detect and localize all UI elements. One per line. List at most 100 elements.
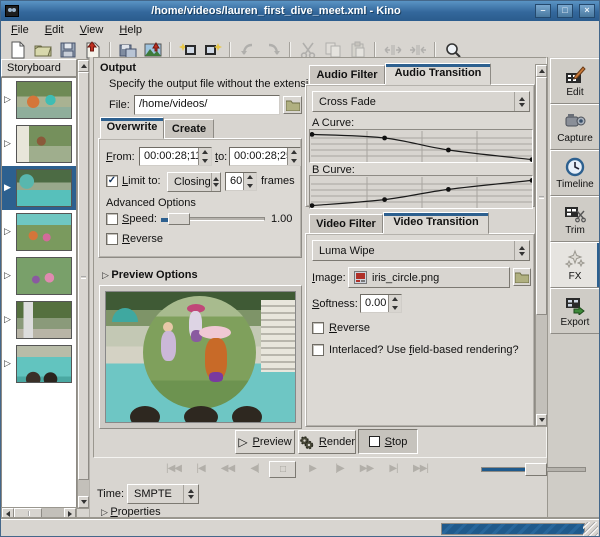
preview-options-label: Preview Options [111,269,197,281]
mode-tab-fx[interactable]: FX [550,242,600,288]
mode-tab-bar: Edit Capture Timeline Trim FX Export [547,57,600,519]
spinner-buttons[interactable] [287,148,300,165]
fast-forward-button[interactable]: ▶▶ [354,461,379,478]
scroll-down-button[interactable] [78,496,89,508]
video-preview [105,291,296,423]
tab-video-transition[interactable]: Video Transition [383,212,489,234]
mode-tab-capture[interactable]: Capture [550,104,600,150]
scroll-right-button[interactable] [64,508,76,519]
go-end-button[interactable]: ▶▶| [408,461,433,478]
scroll-left-button[interactable] [2,508,14,519]
tab-audio-filter[interactable]: Audio Filter [309,65,385,85]
mode-tab-edit[interactable]: Edit [550,58,600,104]
storyboard-item-7[interactable]: ▷ [2,342,76,386]
mode-tab-trim[interactable]: Trim [550,196,600,242]
frame-back-button[interactable]: ◀| [242,461,267,478]
storyboard-item-5[interactable]: ▷ [2,254,76,298]
video-reverse-checkbox[interactable] [312,322,324,334]
scroll-up-button[interactable] [536,65,547,77]
open-file-button[interactable] [30,40,55,61]
interlaced-checkbox[interactable] [312,344,324,356]
stop-button[interactable]: Stop [358,429,418,454]
storyboard-item-6[interactable]: ▷ [2,298,76,342]
reverse-checkbox[interactable] [106,233,118,245]
figure [161,331,176,361]
go-start-button[interactable]: |◀◀ [161,461,186,478]
file-browse-button[interactable] [283,96,302,114]
scrollbar-thumb[interactable] [78,72,89,480]
video-transition-combo[interactable]: Luma Wipe [312,240,530,261]
image-select-button[interactable]: iris_circle.png [348,267,510,288]
spinner-buttons[interactable] [198,148,211,165]
menu-file[interactable]: File [4,23,36,38]
clock-icon [565,157,585,177]
softness-spinner[interactable]: 0.00 [360,294,402,313]
clip-play-icon: ▷ [4,314,11,325]
time-format-combo[interactable]: SMPTE [127,484,199,504]
new-file-button[interactable] [5,40,30,61]
properties-expander[interactable]: ▷ Properties [101,506,161,518]
mode-tab-timeline[interactable]: Timeline [550,150,600,196]
next-scene-button[interactable]: ▶| [381,461,406,478]
storyboard-item-3[interactable]: ▶ [2,166,76,210]
properties-label: Properties [110,506,160,518]
file-input[interactable]: /home/videos/ [134,95,280,115]
maximize-button[interactable]: □ [557,4,573,18]
tab-audio-transition[interactable]: Audio Transition [385,63,491,85]
resize-grip-icon[interactable] [583,522,598,537]
open-folder-icon [34,41,52,59]
tab-create[interactable]: Create [164,119,214,139]
frame-forward-button[interactable]: |▶ [327,461,352,478]
save-icon [59,41,77,59]
limit-frames-spinner[interactable]: 60 [225,172,257,191]
scrollbar-thumb[interactable] [14,508,42,519]
menu-edit[interactable]: Edit [38,23,71,38]
preview-button[interactable]: ▷ Preview [235,430,295,454]
close-button[interactable]: × [579,4,595,18]
menu-help[interactable]: Help [112,23,149,38]
scroll-up-button[interactable] [78,60,89,72]
from-time-spinner[interactable]: 00:00:28;11 [139,147,212,166]
save-file-button[interactable] [55,40,80,61]
spinner-buttons[interactable] [388,295,401,312]
spinner-buttons[interactable] [243,173,256,190]
image-label: Image: [312,272,346,284]
scrollbar-thumb[interactable] [536,77,547,315]
menu-view[interactable]: View [73,23,111,38]
mode-tab-export[interactable]: Export [550,288,600,334]
export-icon [564,295,586,315]
play-button[interactable]: ▶ [300,461,325,478]
rewind-button[interactable]: ◀◀ [215,461,240,478]
volume-slider-thumb[interactable] [525,463,547,476]
storyboard-item-4[interactable]: ▷ [2,210,76,254]
a-curve-graph[interactable] [309,129,533,163]
b-curve-graph[interactable] [309,175,533,209]
tab-overwrite[interactable]: Overwrite [100,117,164,139]
speed-checkbox[interactable] [106,213,118,225]
transport-stop-button[interactable]: □ [269,461,296,478]
limit-checkbox[interactable] [106,175,118,187]
overwrite-tab-pane: From: 00:00:28;11 to: 00:00:28;25 Limit … [98,138,302,258]
speed-slider-fill [161,218,168,222]
progress-bar [441,523,585,535]
audio-transition-combo[interactable]: Cross Fade [312,91,530,112]
speed-slider-thumb[interactable] [168,213,190,225]
minimize-button[interactable]: – [535,4,551,18]
storyboard-item-2[interactable]: ▷ [2,122,76,166]
audio-transition-value: Cross Fade [319,96,376,108]
limit-mode-combo[interactable]: Closing [167,172,221,192]
render-button[interactable]: Render [298,430,356,454]
storyboard-item-1[interactable]: ▷ [2,78,76,122]
to-time-spinner[interactable]: 00:00:28;25 [229,147,301,166]
tab-video-filter[interactable]: Video Filter [309,214,383,234]
scroll-down-button[interactable] [536,414,547,426]
image-value: iris_circle.png [372,272,439,284]
foreground-head [184,406,218,423]
preview-options-expander[interactable]: ▷ Preview Options [102,269,198,281]
softness-label: Softness: [312,298,358,310]
image-browse-button[interactable] [513,268,531,286]
toolbar-separator [434,42,436,59]
prev-scene-button[interactable]: |◀ [188,461,213,478]
a-curve-label: A Curve: [312,117,354,129]
arrow-down-icon [202,159,208,163]
